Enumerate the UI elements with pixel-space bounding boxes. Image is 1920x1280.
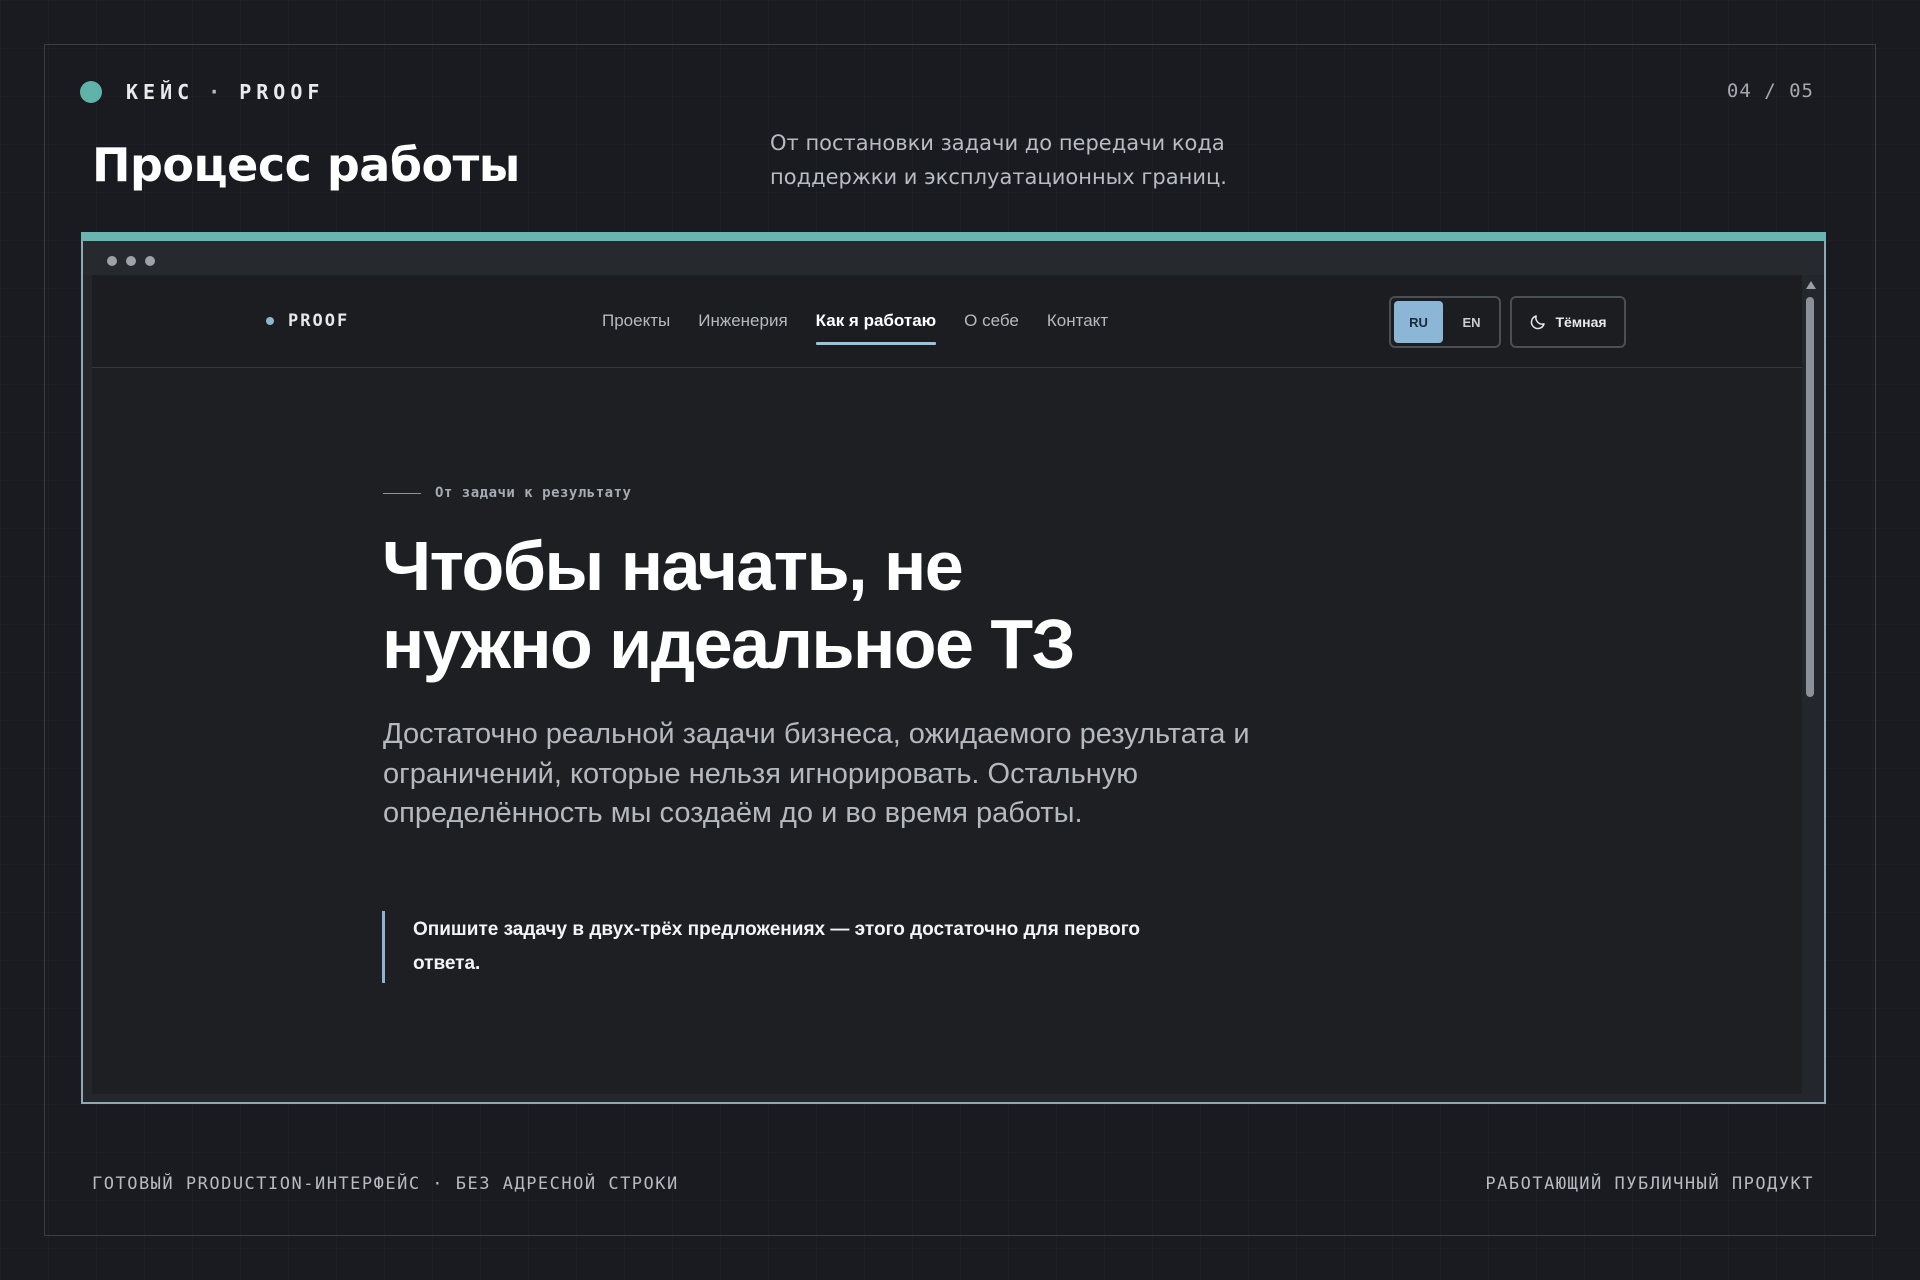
eyebrow-line	[383, 492, 421, 494]
page-counter: 04 / 05	[1726, 80, 1814, 102]
nav-link-how-i-work[interactable]: Как я работаю	[815, 311, 936, 345]
window-dots	[107, 256, 155, 266]
hero-eyebrow: От задачи к результату	[383, 485, 631, 501]
nav-link-engineering[interactable]: Инженерия	[698, 311, 787, 345]
scroll-up-icon[interactable]	[1806, 281, 1816, 289]
hero-callout: Опишите задачу в двух-трёх предложениях …	[382, 911, 1142, 983]
site-navbar: PROOF Проекты Инженерия Как я работаю О …	[92, 275, 1802, 368]
window-dot-icon[interactable]	[145, 256, 155, 266]
hero-line-1: Чтобы начать, не	[382, 527, 964, 605]
brand-dot-icon	[266, 317, 274, 325]
theme-label: Тёмная	[1555, 314, 1607, 330]
lang-option-en[interactable]: EN	[1447, 301, 1496, 343]
hero-heading: Чтобы начать, не нужно идеальное ТЗ	[382, 527, 1202, 683]
footer-caption-left: ГОТОВЫЙ PRODUCTION-ИНТЕРФЕЙС · БЕЗ АДРЕС…	[92, 1174, 679, 1194]
nav-link-about[interactable]: О себе	[964, 311, 1019, 345]
brand-label: PROOF	[288, 311, 350, 331]
lang-option-ru[interactable]: RU	[1394, 301, 1443, 343]
kicker-case: КЕЙС	[126, 80, 195, 104]
hero-line-2: нужно идеальное ТЗ	[382, 605, 1076, 683]
nav-link-projects[interactable]: Проекты	[602, 311, 670, 345]
window-dot-icon[interactable]	[107, 256, 117, 266]
nav-link-contact[interactable]: Контакт	[1047, 311, 1108, 345]
kicker-brand: PROOF	[239, 80, 325, 104]
window-dot-icon[interactable]	[126, 256, 136, 266]
moon-icon	[1531, 315, 1546, 330]
page-scrollbar[interactable]	[1802, 275, 1818, 1094]
kicker-separator: ·	[208, 80, 226, 104]
language-toggle: RU EN	[1389, 296, 1501, 348]
window-accent-bar	[81, 232, 1826, 241]
window-chrome	[83, 241, 1824, 275]
eyebrow-text: От задачи к результату	[435, 485, 632, 501]
site-brand[interactable]: PROOF	[266, 311, 349, 331]
page-viewport: PROOF Проекты Инженерия Как я работаю О …	[92, 275, 1802, 1094]
main-nav: Проекты Инженерия Как я работаю О себе К…	[602, 311, 1108, 345]
slide-title: Процесс работы	[92, 138, 520, 192]
scrollbar-thumb[interactable]	[1806, 297, 1814, 697]
kicker-dot-icon	[80, 81, 102, 103]
slide-subtitle: От постановки задачи до передачи кода по…	[770, 131, 1227, 189]
slide-kicker: КЕЙС · PROOF	[80, 78, 324, 106]
hero-lead: Достаточно реальной задачи бизнеса, ожид…	[383, 718, 1250, 829]
browser-window: PROOF Проекты Инженерия Как я работаю О …	[81, 232, 1826, 1104]
footer-caption-right: РАБОТАЮЩИЙ ПУБЛИЧНЫЙ ПРОДУКТ	[1485, 1174, 1814, 1194]
theme-toggle-button[interactable]: Тёмная	[1510, 296, 1626, 348]
